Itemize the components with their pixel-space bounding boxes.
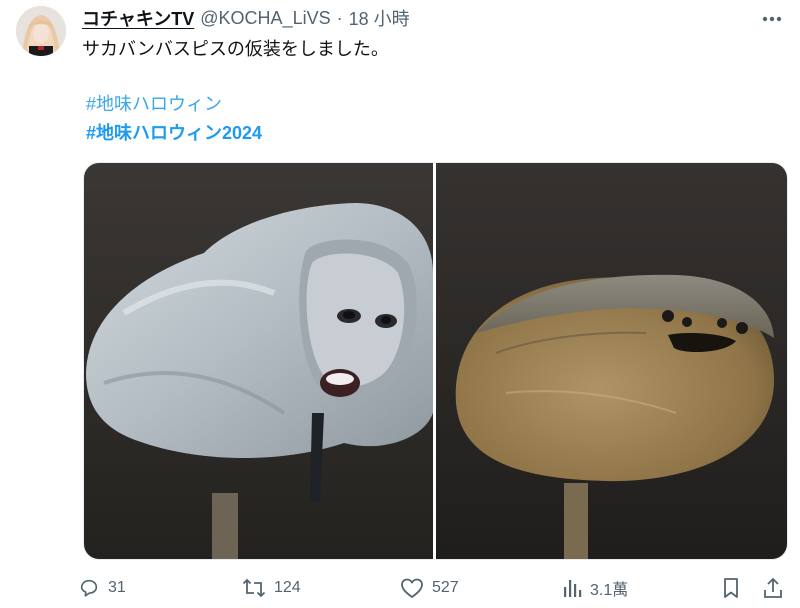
more-options-button[interactable]	[758, 8, 786, 30]
share-button[interactable]	[762, 574, 784, 602]
reply-count: 31	[108, 579, 126, 596]
photo-sacabambaspis[interactable]	[436, 163, 787, 559]
post-header: コチャキンTV @KOCHA_LiVS · 18 小時	[82, 6, 410, 30]
views-button[interactable]: 3.1萬	[562, 574, 628, 602]
retweet-icon	[242, 578, 266, 598]
views-count: 3.1萬	[590, 582, 629, 599]
share-icon	[764, 577, 782, 598]
media-grid	[83, 162, 788, 560]
like-count: 527	[432, 579, 459, 596]
post-text: サカバンバスピスの仮装をしました。	[82, 39, 389, 59]
reply-button[interactable]: 31	[78, 574, 126, 602]
photo-costume[interactable]	[84, 163, 433, 559]
avatar-image	[16, 6, 66, 56]
bookmark-button[interactable]	[722, 574, 740, 602]
retweet-count: 124	[274, 579, 301, 596]
avatar[interactable]	[16, 6, 66, 56]
action-bar: 31 124 527 3.1萬	[78, 574, 790, 602]
more-options-icon	[762, 16, 782, 22]
header-separator: ·	[336, 7, 343, 28]
like-button[interactable]: 527	[400, 574, 459, 602]
sacabambaspis-photo-image	[436, 163, 787, 559]
views-icon	[564, 580, 582, 597]
retweet-button[interactable]: 124	[242, 574, 301, 602]
hashtag-link[interactable]: #地味ハロウィン	[86, 90, 222, 116]
author-handle[interactable]: @KOCHA_LiVS	[200, 8, 330, 29]
author-display-name[interactable]: コチャキンTV	[82, 5, 194, 31]
hashtag-link[interactable]: #地味ハロウィン2024	[86, 119, 262, 145]
post-timestamp[interactable]: 18 小時	[349, 5, 410, 31]
like-icon	[401, 578, 423, 598]
costume-photo-image	[84, 163, 433, 559]
reply-icon	[80, 579, 98, 597]
bookmark-icon	[724, 578, 738, 598]
